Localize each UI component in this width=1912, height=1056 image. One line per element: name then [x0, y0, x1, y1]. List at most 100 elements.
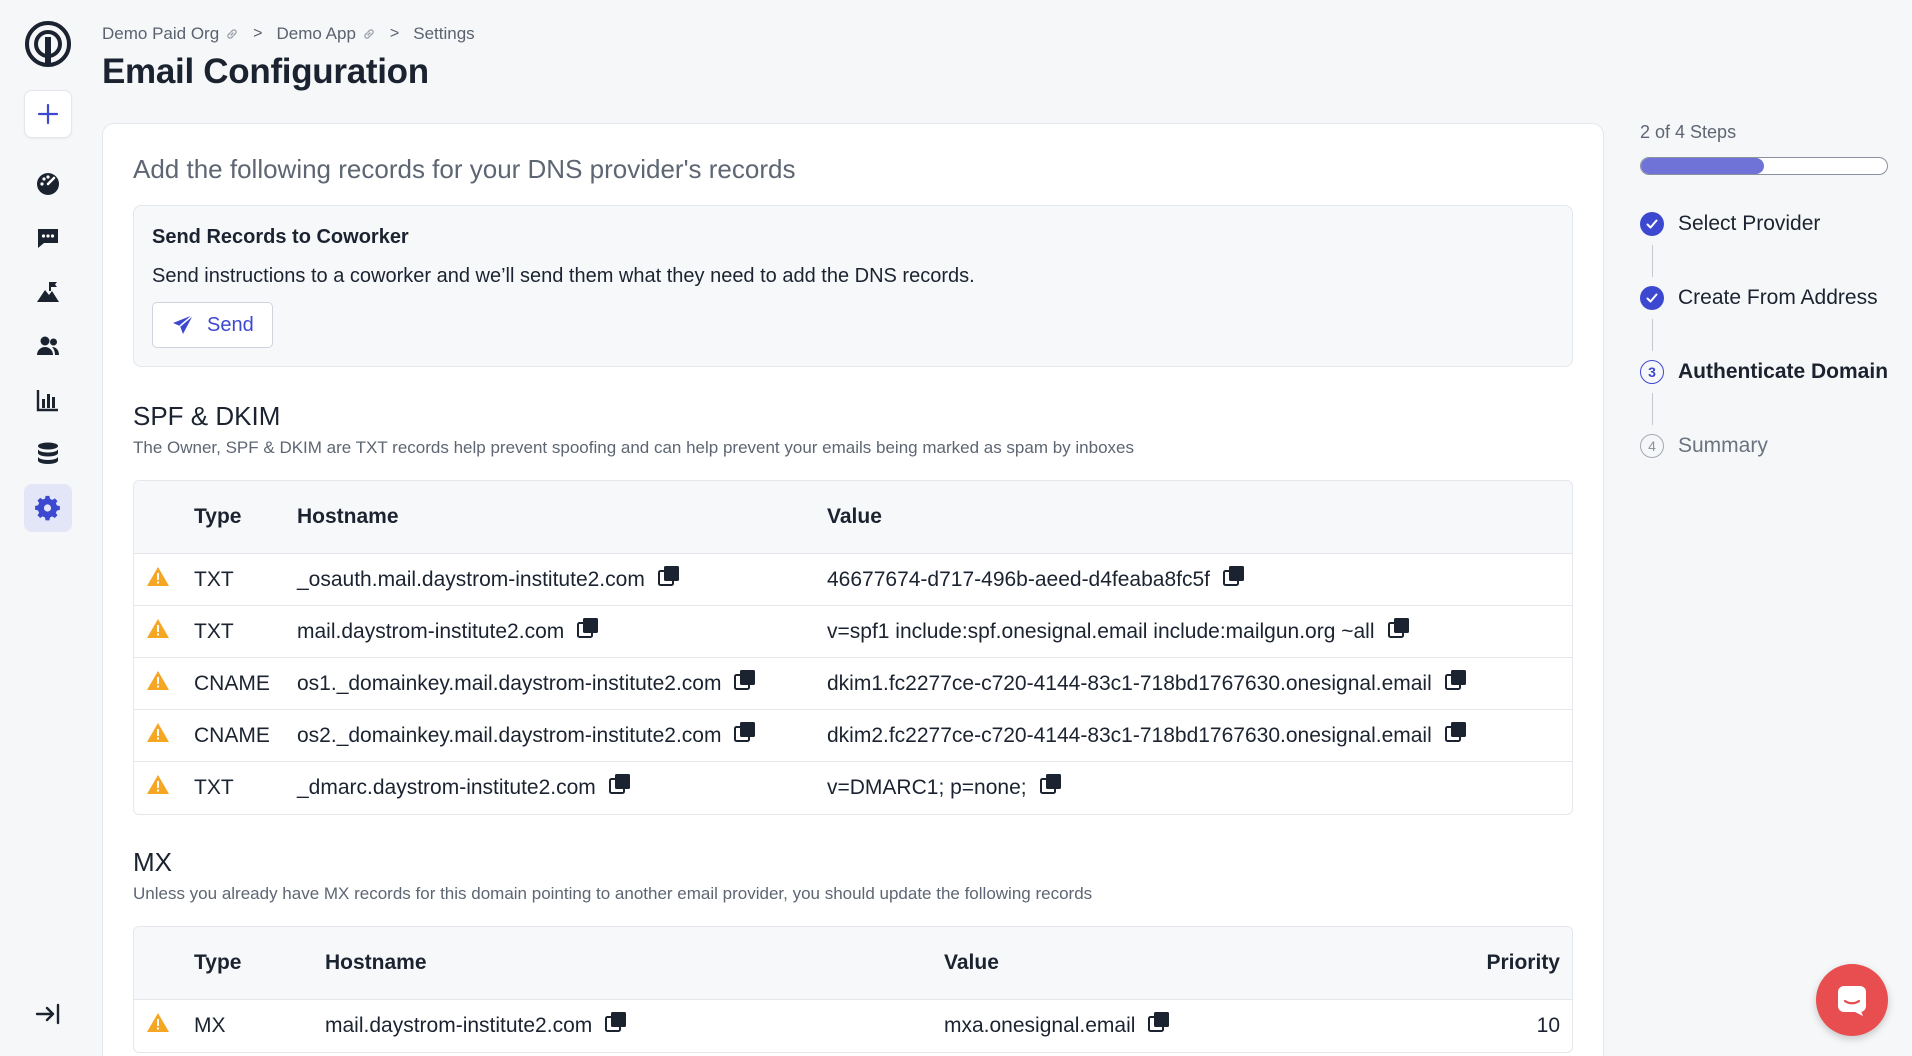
column-hostname: Hostname: [325, 951, 427, 974]
nav-journeys[interactable]: [24, 268, 72, 316]
record-hostname: mail.daystrom-institute2.com: [325, 1012, 628, 1038]
record-hostname-text: _osauth.mail.daystrom-institute2.com: [297, 568, 645, 591]
copy-icon[interactable]: [733, 668, 757, 692]
column-hostname: Hostname: [297, 505, 399, 528]
copy-icon[interactable]: [733, 720, 757, 744]
record-hostname-text: os1._domainkey.mail.daystrom-institute2.…: [297, 672, 722, 695]
copy-icon[interactable]: [1387, 616, 1411, 640]
coworker-title: Send Records to Coworker: [152, 226, 409, 248]
step-connector: [1652, 245, 1653, 277]
check-circle-icon: [1640, 286, 1664, 310]
steps-progress-bar: [1640, 157, 1888, 175]
chat-icon: [1838, 986, 1866, 1016]
copy-icon[interactable]: [576, 616, 600, 640]
record-type: CNAME: [194, 724, 270, 748]
send-button-label: Send: [207, 313, 254, 336]
breadcrumb-app-link[interactable]: Demo App: [277, 24, 376, 44]
warning-icon: [147, 671, 169, 690]
table-header: Type Hostname Value: [134, 481, 1572, 554]
step-item[interactable]: 3 Authenticate Domain: [1640, 355, 1890, 389]
breadcrumb-settings-label: Settings: [413, 24, 475, 43]
table-row: CNAME os1._domainkey.mail.daystrom-instit…: [134, 658, 1572, 710]
step-number-icon: 4: [1640, 434, 1664, 458]
nav-messages[interactable]: [24, 214, 72, 262]
warning-icon: [147, 567, 169, 586]
app-logo-icon[interactable]: [24, 20, 72, 68]
database-icon: [38, 442, 58, 464]
nav-settings[interactable]: [24, 484, 72, 532]
nav-analytics[interactable]: [24, 376, 72, 424]
record-hostname: _osauth.mail.daystrom-institute2.com: [297, 566, 681, 592]
record-type-text: TXT: [194, 620, 234, 643]
record-type-text: TXT: [194, 776, 234, 799]
step-connector: [1652, 319, 1653, 351]
table-row: MX mail.daystrom-institute2.com mxa.onesig…: [134, 1000, 1572, 1052]
dashboard-gauge-icon: [37, 173, 59, 195]
spf-dkim-table: Type Hostname Value TXT _osauth.mail.days…: [133, 480, 1573, 815]
record-value-text: mxa.onesignal.email: [944, 1014, 1136, 1037]
column-priority: Priority: [1486, 951, 1560, 974]
record-type: TXT: [194, 620, 234, 644]
mountain-flag-icon: [37, 282, 59, 302]
nav-dashboard[interactable]: [24, 160, 72, 208]
column-type: Type: [194, 951, 242, 974]
copy-icon[interactable]: [657, 564, 681, 588]
step-item[interactable]: Select Provider: [1640, 207, 1890, 241]
record-value: v=spf1 include:spf.onesignal.email inclu…: [827, 618, 1411, 644]
copy-icon[interactable]: [604, 1010, 628, 1034]
support-chat-button[interactable]: [1816, 964, 1888, 1036]
breadcrumb-org-label: Demo Paid Org: [102, 24, 220, 43]
page-title: Email Configuration: [102, 52, 429, 91]
breadcrumb-org-link[interactable]: Demo Paid Org: [102, 24, 239, 44]
copy-icon[interactable]: [1222, 564, 1246, 588]
nav-audience[interactable]: [24, 322, 72, 370]
send-button[interactable]: Send: [152, 302, 273, 348]
send-to-coworker-panel: Send Records to Coworker Send instructio…: [133, 205, 1573, 367]
step-item[interactable]: Create From Address: [1640, 281, 1890, 315]
steps-count: 2 of 4 Steps: [1640, 122, 1737, 142]
record-type-text: CNAME: [194, 724, 270, 747]
record-priority: 10: [1537, 1014, 1560, 1038]
nav-data[interactable]: [24, 430, 72, 478]
record-type: TXT: [194, 568, 234, 592]
warning-icon: [147, 619, 169, 638]
copy-icon[interactable]: [1039, 772, 1063, 796]
dns-records-card: Add the following records for your DNS p…: [102, 123, 1604, 1056]
mx-title: MX: [133, 847, 172, 877]
create-new-button[interactable]: [24, 90, 72, 138]
table-row: CNAME os2._domainkey.mail.daystrom-instit…: [134, 710, 1572, 762]
step-connector: [1652, 393, 1653, 425]
progress-fill: [1641, 158, 1764, 174]
table-header: Type Hostname Value Priority: [134, 927, 1572, 1000]
step-label: Summary: [1678, 434, 1768, 457]
record-value: dkim2.fc2277ce-c720-4144-83c1-718bd17676…: [827, 722, 1468, 748]
link-icon: [364, 29, 374, 39]
record-value-text: dkim1.fc2277ce-c720-4144-83c1-718bd17676…: [827, 672, 1432, 695]
warning-icon: [147, 723, 169, 742]
step-item[interactable]: 4 Summary: [1640, 429, 1890, 463]
copy-icon[interactable]: [1444, 668, 1468, 692]
column-value: Value: [827, 505, 882, 528]
collapse-sidebar-button[interactable]: [30, 996, 66, 1032]
paper-plane-icon: [173, 314, 194, 334]
collapse-arrow-icon: [35, 1003, 60, 1025]
record-hostname: _dmarc.daystrom-institute2.com: [297, 774, 632, 800]
left-rail: [0, 0, 96, 1056]
copy-icon[interactable]: [608, 772, 632, 796]
message-icon: [38, 229, 58, 248]
record-type-text: MX: [194, 1014, 226, 1037]
record-value-text: v=DMARC1; p=none;: [827, 776, 1027, 799]
step-label: Select Provider: [1678, 212, 1821, 235]
step-label: Create From Address: [1678, 286, 1878, 309]
copy-icon[interactable]: [1147, 1010, 1171, 1034]
record-value: mxa.onesignal.email: [944, 1012, 1171, 1038]
mx-table: Type Hostname Value Priority MX mail.days…: [133, 926, 1573, 1053]
mx-description: Unless you already have MX records for t…: [133, 884, 1093, 903]
copy-icon[interactable]: [1444, 720, 1468, 744]
record-hostname-text: mail.daystrom-institute2.com: [297, 620, 565, 643]
record-type: TXT: [194, 776, 234, 800]
warning-icon: [147, 1013, 169, 1032]
record-value: dkim1.fc2277ce-c720-4144-83c1-718bd17676…: [827, 670, 1468, 696]
record-type: CNAME: [194, 672, 270, 696]
record-type-text: CNAME: [194, 672, 270, 695]
